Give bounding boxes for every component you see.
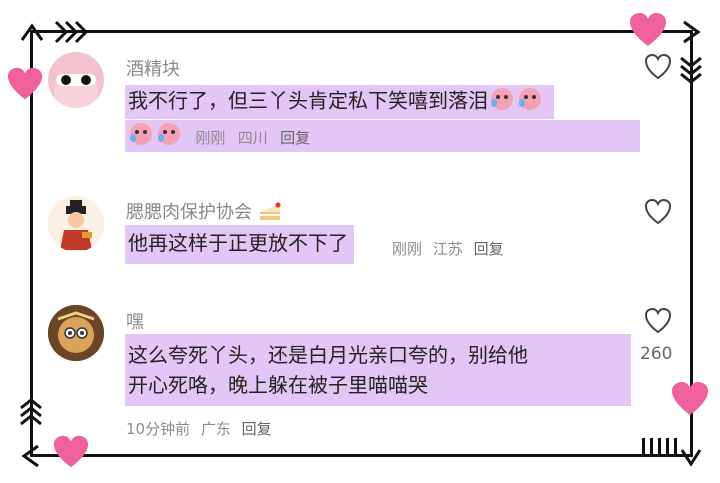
username[interactable]: 腮腮肉保护协会: [126, 198, 284, 227]
avatar[interactable]: [48, 52, 104, 108]
comment-meta-row: 刚刚 江苏 回复: [392, 238, 504, 259]
comment-time: 刚刚: [195, 128, 226, 147]
heart-outline-icon[interactable]: [644, 308, 672, 334]
heart-icon: [53, 435, 89, 468]
crying-laughing-emoji-icon: [127, 120, 187, 154]
comment-text-line: 这么夸死丫头，还是白月光亲口夸的，别给他: [128, 343, 528, 367]
avatar[interactable]: [48, 305, 104, 361]
avatar-image: [48, 305, 104, 361]
comment-text: 他再这样于正更放不下了: [125, 225, 354, 264]
decorative-frame: [0, 0, 720, 483]
heart-icon: [672, 382, 708, 415]
comment-meta-row: 10分钟前 广东 回复: [126, 418, 272, 439]
comment-text: 这么夸死丫头，还是白月光亲口夸的，别给他 开心死咯，晚上躲在被子里喵喵哭: [125, 334, 631, 406]
comment-text-line: 开心死咯，晚上躲在被子里喵喵哭: [128, 373, 428, 397]
comment-location: 广东: [200, 420, 231, 438]
heart-icon: [7, 67, 43, 100]
avatar-image: [48, 52, 104, 108]
chevrons-down-icon: [680, 56, 702, 84]
avatar[interactable]: [48, 196, 104, 252]
username-text: 腮腮肉保护协会: [126, 202, 252, 223]
like-count: 260: [640, 344, 673, 364]
avatar-image: [48, 196, 104, 252]
arrow-down-icon: [680, 449, 702, 467]
reply-button[interactable]: 回复: [242, 420, 272, 438]
heart-outline-icon[interactable]: [644, 199, 672, 225]
chevrons-right-icon: [54, 20, 88, 44]
username[interactable]: 嘿: [126, 308, 144, 334]
heart-outline-icon[interactable]: [644, 54, 672, 80]
heart-icon: [630, 13, 666, 46]
reply-button[interactable]: 回复: [280, 129, 310, 147]
comment-location: 四川: [237, 128, 268, 147]
cake-emoji-icon: [258, 200, 284, 227]
chevrons-up-icon: [20, 398, 42, 426]
username[interactable]: 酒精块: [126, 55, 180, 81]
arrow-right-icon: [683, 20, 701, 44]
arrow-up-icon: [20, 23, 44, 41]
comment-location: 江苏: [432, 240, 463, 258]
comment-text: 我不行了，但三丫头肯定私下笑嘻到落泪: [125, 85, 554, 119]
comment-time: 刚刚: [392, 240, 423, 258]
reply-button[interactable]: 回复: [474, 240, 504, 258]
crying-laughing-emoji-icon: [488, 85, 548, 119]
arrow-left-icon: [21, 444, 39, 468]
frame-top-line: [30, 30, 692, 33]
comment-time: 10分钟前: [126, 420, 191, 438]
comment-meta-row: 刚刚 四川 回复: [125, 120, 640, 152]
frame-bottom-line: [30, 454, 692, 457]
comment-text-line: 我不行了，但三丫头肯定私下笑嘻到落泪: [128, 88, 488, 113]
